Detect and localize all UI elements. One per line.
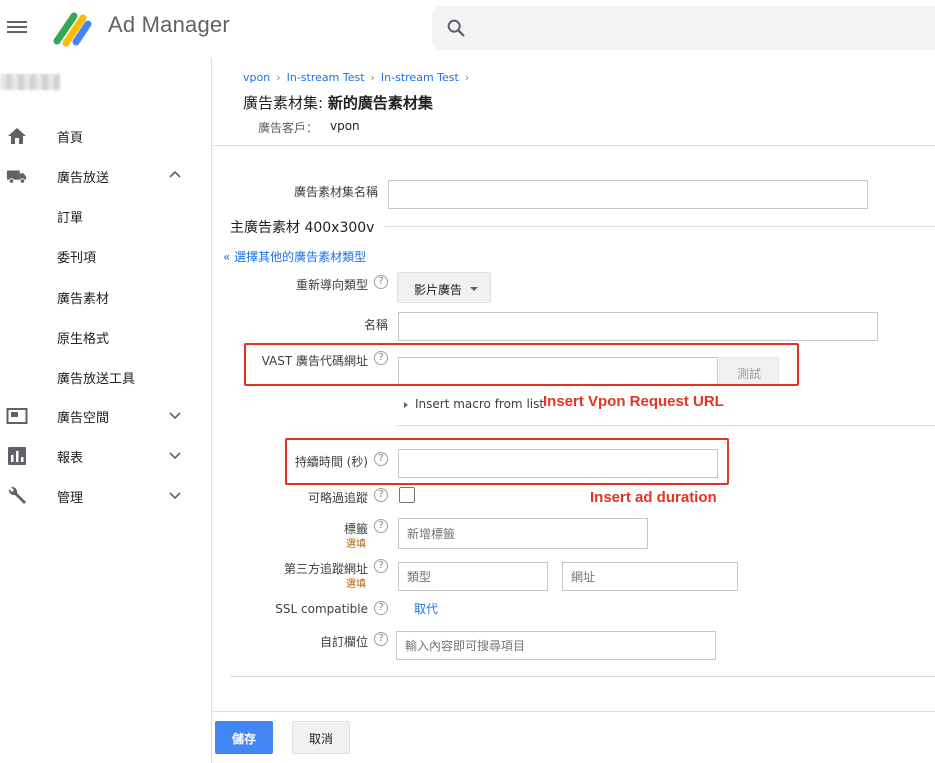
page-title: 廣告素材集: 新的廣告素材集 — [243, 92, 433, 113]
sidebar-item-label: 委刊項 — [57, 251, 97, 266]
annotation-duration-note: Insert ad duration — [590, 489, 717, 506]
sidebar-item-label: 首頁 — [57, 131, 84, 146]
bar-chart-icon — [8, 447, 26, 465]
network-name-blurred — [0, 74, 60, 90]
redirect-type-dropdown[interactable]: 影片廣告 — [397, 272, 491, 303]
sidebar-item-inventory[interactable]: 廣告空間 — [0, 396, 212, 436]
help-icon[interactable]: ? — [374, 632, 388, 646]
sidebar-item-label: 原生格式 — [57, 332, 110, 347]
labels-input[interactable] — [398, 518, 648, 549]
sidebar-item-label: 管理 — [57, 491, 84, 506]
sidebar-subitem-orders[interactable]: 訂單 — [0, 196, 212, 236]
save-button[interactable]: 儲存 — [215, 721, 273, 754]
truck-icon — [6, 170, 27, 184]
divider — [213, 711, 935, 712]
insert-macro-link[interactable]: Insert macro from list — [415, 397, 544, 411]
sidebar-item-admin[interactable]: 管理 — [0, 476, 212, 516]
creative-set-name-input[interactable] — [388, 180, 868, 209]
custom-fields-input[interactable] — [396, 631, 716, 660]
sidebar-item-label: 廣告素材 — [57, 292, 110, 307]
menu-icon[interactable] — [7, 18, 27, 38]
optional-note: 選填 — [346, 539, 366, 550]
help-icon[interactable]: ? — [374, 275, 388, 289]
search-bar[interactable] — [432, 6, 935, 50]
select-other-creative-type-link[interactable]: « 選擇其他的廣告素材類型 — [223, 248, 366, 265]
sidebar-item-reports[interactable]: 報表 — [0, 436, 212, 476]
redirect-type-value: 影片廣告 — [414, 283, 463, 297]
sidebar-item-home[interactable]: 首頁 — [0, 116, 212, 156]
skip-tracking-label: 可略過追蹤 — [307, 491, 368, 505]
sidebar-subitem-creatives[interactable]: 廣告素材 — [0, 277, 212, 317]
breadcrumb-link[interactable]: In-stream Test — [381, 71, 459, 84]
breadcrumb-link[interactable]: vpon — [243, 71, 270, 84]
wrench-icon — [8, 486, 26, 504]
advertiser-label: 廣告客戶： — [258, 121, 319, 135]
annotation-box-vast — [244, 343, 799, 386]
optional-note: 選填 — [346, 579, 366, 590]
chevron-down-icon[interactable] — [168, 448, 182, 462]
breadcrumb: vpon › In-stream Test › In-stream Test › — [243, 71, 470, 84]
sidebar-item-label: 廣告空間 — [57, 411, 110, 426]
ssl-replace-link[interactable]: 取代 — [414, 600, 438, 617]
cancel-button[interactable]: 取消 — [292, 721, 350, 754]
ad-manager-logo — [53, 12, 92, 47]
annotation-box-duration — [285, 438, 729, 485]
help-icon[interactable]: ? — [374, 601, 388, 615]
sidebar-item-label: 報表 — [57, 451, 84, 466]
creative-set-name-label: 廣告素材集名稱 — [293, 185, 378, 199]
sidebar-item-label: 廣告放送工具 — [57, 372, 136, 387]
search-icon[interactable] — [445, 17, 467, 39]
sidebar-item-label: 訂單 — [57, 211, 84, 226]
inventory-icon — [6, 408, 28, 424]
tracking-type-input[interactable] — [398, 562, 548, 591]
help-icon[interactable]: ? — [374, 488, 388, 502]
divider — [397, 425, 935, 426]
triangle-right-icon[interactable] — [404, 402, 408, 408]
chevron-down-icon[interactable] — [168, 488, 182, 502]
help-icon[interactable]: ? — [374, 519, 388, 533]
divider — [385, 226, 935, 227]
sidebar-item-delivery[interactable]: 廣告放送 — [0, 156, 212, 196]
tracking-url-input[interactable] — [562, 562, 738, 591]
sidebar-subitem-delivery-tools[interactable]: 廣告放送工具 — [0, 357, 212, 397]
divider — [213, 145, 935, 146]
sidebar-item-label: 廣告放送 — [57, 171, 110, 186]
breadcrumb-link[interactable]: In-stream Test — [287, 71, 365, 84]
annotation-vast-note: Insert Vpon Request URL — [543, 393, 724, 410]
sidebar-subitem-line-items[interactable]: 委刊項 — [0, 236, 212, 276]
section-title: 主廣告素材 400x300v — [230, 220, 375, 236]
advertiser-value: vpon — [330, 119, 360, 133]
chevron-up-icon[interactable] — [168, 168, 182, 182]
name-input[interactable] — [398, 312, 878, 341]
home-icon — [8, 128, 26, 144]
page-title-prefix: 廣告素材集: — [243, 94, 328, 112]
name-label: 名稱 — [363, 318, 388, 332]
app-title: Ad Manager — [108, 12, 230, 37]
caret-down-icon — [470, 287, 478, 291]
skip-tracking-checkbox[interactable] — [399, 487, 415, 503]
help-icon[interactable]: ? — [374, 559, 388, 573]
redirect-type-label: 重新導向類型 — [295, 278, 368, 292]
sidebar-subitem-native[interactable]: 原生格式 — [0, 317, 212, 357]
ssl-compatible-label: SSL compatible — [275, 602, 368, 616]
custom-fields-label: 自訂欄位 — [319, 635, 368, 649]
chevron-down-icon[interactable] — [168, 408, 182, 422]
page-title-main: 新的廣告素材集 — [327, 94, 433, 112]
divider — [230, 676, 935, 677]
